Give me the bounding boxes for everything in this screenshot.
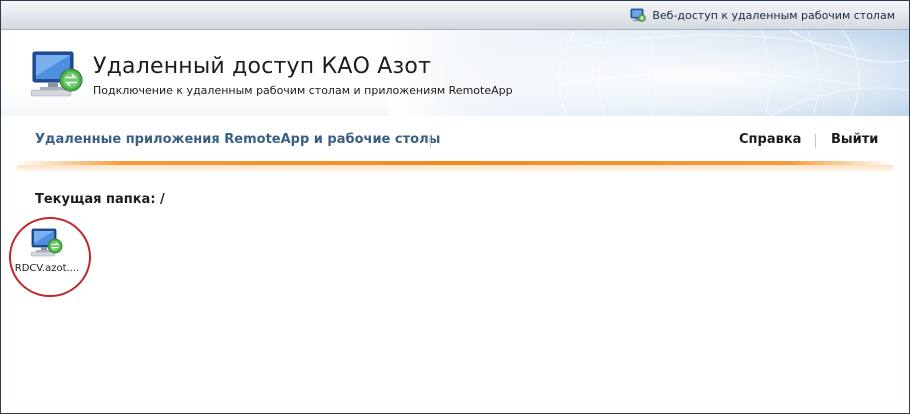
logout-link[interactable]: Выйти [831, 132, 878, 147]
help-link[interactable]: Справка [739, 132, 801, 147]
rd-web-access-label: Веб-доступ к удаленным рабочим столам [652, 8, 895, 22]
header-band: Удаленный доступ КАО Азот Подключение к … [1, 30, 909, 116]
remote-desktop-monitor-icon [31, 51, 83, 97]
globe-background-art [389, 30, 909, 116]
remote-desktop-tile[interactable]: RDCV.azot.... [11, 223, 83, 285]
remote-desktop-tile-label: RDCV.azot.... [14, 263, 80, 274]
current-folder-label: Текущая папка: / [35, 192, 165, 207]
nav-remoteapp-link[interactable]: Удаленные приложения RemoteApp и рабочие… [35, 132, 440, 147]
top-bar: Веб-доступ к удаленным рабочим столам [1, 1, 909, 30]
page-subtitle: Подключение к удаленным рабочим столам и… [93, 84, 513, 97]
nav-divider [430, 134, 431, 148]
browser-page: Веб-доступ к удаленным рабочим столам Уд… [0, 0, 910, 414]
page-title: Удаленный доступ КАО Азот [93, 54, 432, 79]
orange-divider-glow [17, 165, 893, 173]
remote-desktop-icon [630, 8, 647, 22]
remote-desktop-monitor-icon [30, 228, 63, 257]
nav-divider [815, 134, 816, 148]
nav-bar: Удаленные приложения RemoteApp и рабочие… [1, 116, 909, 164]
rd-web-access-link[interactable]: Веб-доступ к удаленным рабочим столам [630, 1, 895, 29]
